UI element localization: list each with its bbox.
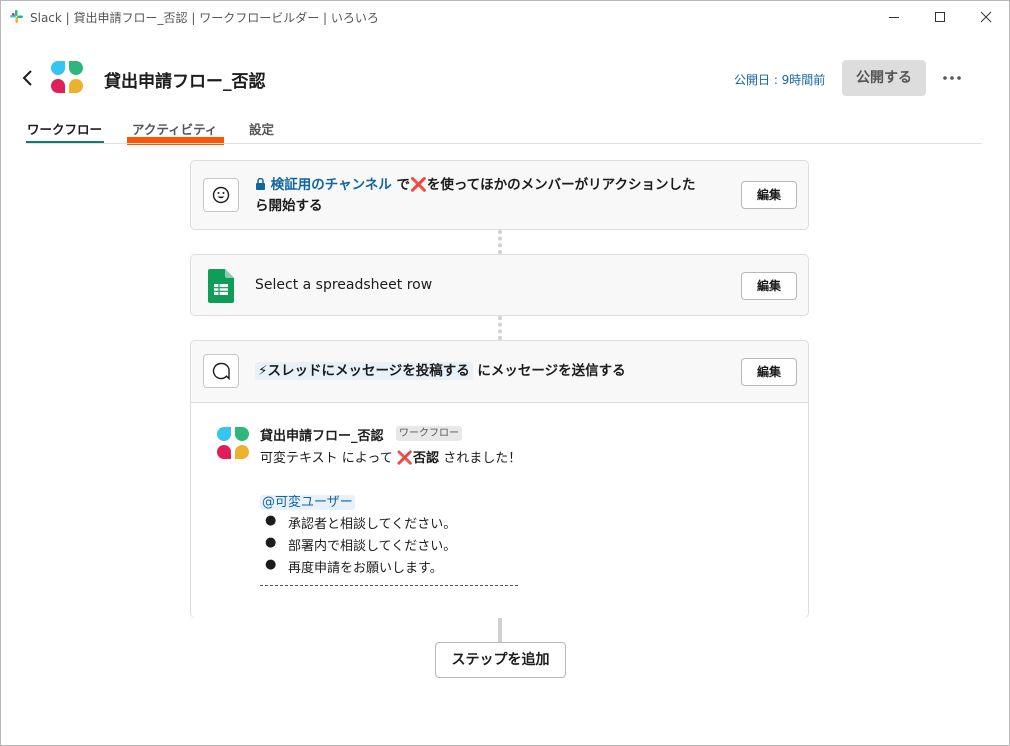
back-arrow-icon[interactable]: [19, 65, 37, 91]
published-time[interactable]: 公開日 : 9時間前: [734, 71, 825, 88]
rejected-label: 否認: [413, 451, 440, 466]
tabs-divider: [26, 143, 982, 144]
window-title: Slack | 貸出申請フロー_否認 | ワークフロービルダー | いろいろ: [30, 11, 379, 25]
trigger-description: 検証用のチャンネル で❌を使ってほかのメンバーがリアクションしたら開始する: [255, 175, 735, 217]
smiley-icon: [212, 186, 230, 204]
trigger-text-line1: を使ってほかのメンバーがリアクションした: [426, 177, 696, 193]
close-button[interactable]: [963, 1, 1009, 33]
cross-mark-emoji: ❌: [410, 177, 427, 193]
message-step-description: ⚡︎スレッドにメッセージを投稿する にメッセージを送信する: [255, 361, 626, 382]
maximize-icon: [935, 12, 945, 22]
variable-user-mention: @可変ユーザー: [260, 495, 355, 510]
lock-icon: [255, 177, 266, 193]
trigger-text-line2: ら開始する: [255, 198, 323, 214]
publish-button[interactable]: 公開する: [842, 60, 926, 96]
mention-line: @可変ユーザー: [260, 491, 355, 510]
workflow-avatar: [217, 427, 249, 459]
variable-text: 可変テキスト: [260, 451, 338, 466]
google-sheets-icon: [208, 269, 234, 303]
message-body-line: 可変テキスト によって ❌否認 されました！: [260, 447, 521, 466]
page-title: 貸出申請フロー_否認: [104, 72, 266, 92]
edit-message-button[interactable]: 編集: [741, 358, 797, 386]
cross-mark-emoji: ❌: [396, 451, 414, 466]
slack-icon: [10, 10, 23, 23]
app-window: Slack | 貸出申請フロー_否認 | ワークフロービルダー | いろいろ 貸…: [0, 0, 1010, 746]
message-preview: 貸出申請フロー_否認 ワークフロー 可変テキスト によって ❌否認 されました！…: [191, 402, 808, 618]
divider-line: [260, 585, 518, 586]
step-reference-label: スレッドにメッセージを投稿する: [267, 363, 470, 379]
message-icon-box: [203, 354, 239, 388]
maximize-button[interactable]: [917, 1, 963, 33]
bullet-icon: ●: [265, 557, 277, 572]
add-step-button[interactable]: ステップを追加: [435, 642, 566, 678]
message-step-text: にメッセージを送信する: [472, 363, 626, 379]
trigger-step-card[interactable]: 検証用のチャンネル で❌を使ってほかのメンバーがリアクションしたら開始する 編集: [190, 160, 809, 230]
edit-spreadsheet-button[interactable]: 編集: [741, 272, 797, 300]
channel-link[interactable]: 検証用のチャンネル: [271, 177, 392, 193]
workflow-logo: [51, 61, 83, 93]
sender-name: 貸出申請フロー_否認: [260, 429, 384, 444]
list-item: 部署内で相談してください。: [288, 539, 457, 554]
minimize-button[interactable]: [871, 1, 917, 33]
message-text-end: されました！: [439, 451, 522, 466]
tab-workflow[interactable]: ワークフロー: [27, 119, 102, 138]
step-connector: [498, 230, 502, 254]
trigger-text-before: で: [391, 177, 411, 193]
minimize-icon: [889, 17, 899, 18]
step-reference-pill[interactable]: ⚡︎スレッドにメッセージを投稿する: [255, 362, 473, 380]
bullet-icon: ●: [265, 513, 277, 528]
spreadsheet-step-label: Select a spreadsheet row: [255, 277, 433, 293]
tab-activity[interactable]: アクティビティ: [132, 119, 217, 138]
close-icon: [980, 11, 992, 23]
speech-bubble-icon: [212, 362, 230, 380]
step-connector: [498, 316, 502, 340]
reaction-icon-box: [203, 178, 239, 212]
workflow-badge: ワークフロー: [396, 426, 462, 441]
list-item: 再度申請をお願いします。: [288, 561, 443, 576]
message-step-card[interactable]: ⚡︎スレッドにメッセージを投稿する にメッセージを送信する 編集 貸出申請フロー…: [190, 340, 809, 618]
title-bar: Slack | 貸出申請フロー_否認 | ワークフロービルダー | いろいろ: [1, 1, 1009, 33]
bullet-icon: ●: [265, 535, 277, 550]
add-step-connector: [498, 618, 502, 642]
list-item: 承認者と相談してください。: [288, 517, 457, 532]
more-options-icon[interactable]: [937, 63, 967, 93]
edit-trigger-button[interactable]: 編集: [741, 181, 797, 209]
spreadsheet-step-card[interactable]: Select a spreadsheet row 編集: [190, 254, 809, 316]
tab-settings[interactable]: 設定: [249, 119, 274, 138]
message-text: によって: [337, 451, 397, 466]
